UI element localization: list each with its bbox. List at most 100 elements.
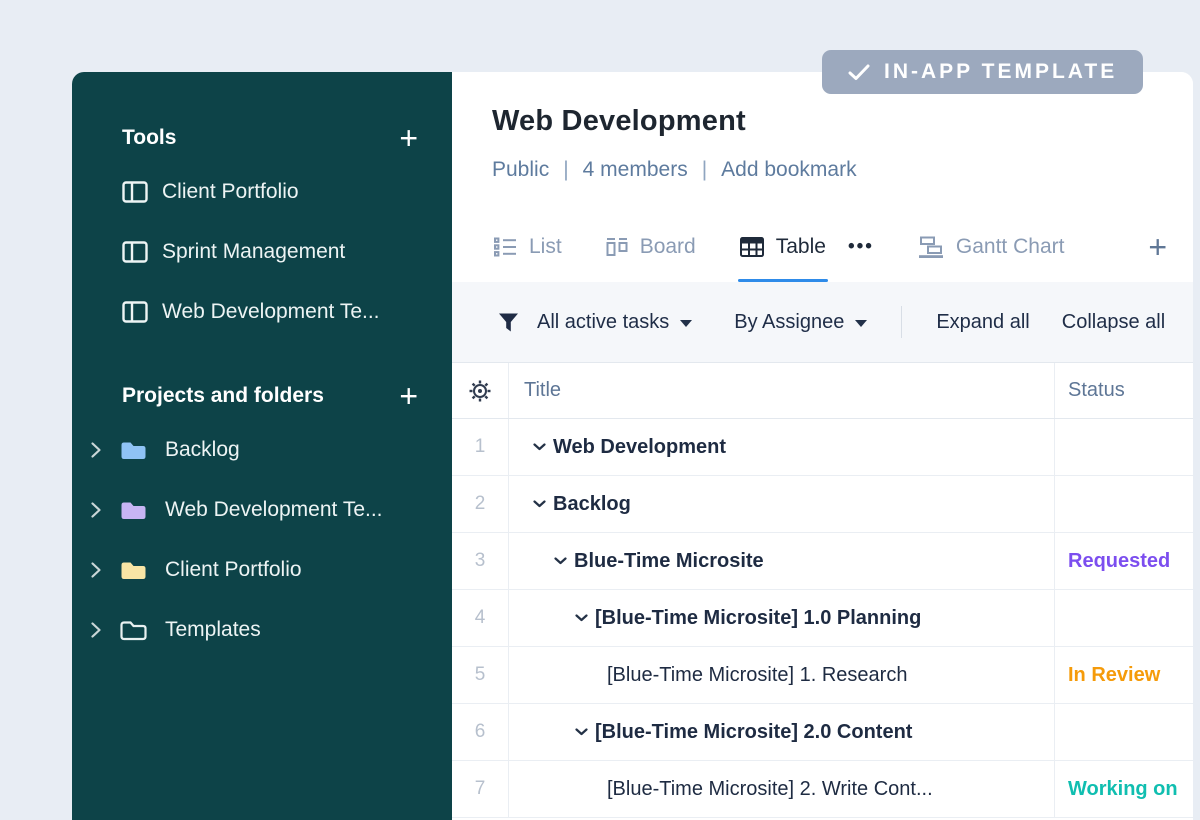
list-icon [494, 237, 517, 257]
sidebar-item-web-development-template[interactable]: Web Development Te... [72, 282, 452, 342]
sidebar-folder-label: Web Development Te... [165, 498, 383, 522]
meta-separator: | [563, 158, 568, 182]
sidebar-folder-backlog[interactable]: Backlog [72, 420, 452, 480]
sidebar-folder-label: Client Portfolio [165, 558, 302, 582]
project-meta: Public | 4 members | Add bookmark [492, 158, 1193, 182]
space-icon [122, 181, 148, 203]
sidebar-folder-label: Backlog [165, 438, 240, 462]
row-title-cell[interactable]: [Blue-Time Microsite] 2.0 Content [509, 704, 1055, 760]
table-settings-cell[interactable] [452, 363, 509, 418]
row-title-cell[interactable]: Web Development [509, 419, 1055, 475]
tab-label: Board [640, 235, 696, 259]
tab-table[interactable]: Table [740, 212, 826, 282]
filter-funnel-icon[interactable] [498, 312, 519, 333]
group-by-dropdown[interactable]: By Assignee [734, 311, 867, 334]
sidebar-item-label: Web Development Te... [162, 300, 380, 324]
row-number: 5 [452, 647, 509, 703]
row-number: 6 [452, 704, 509, 760]
row-status[interactable] [1055, 590, 1193, 646]
chevron-right-icon[interactable] [90, 441, 102, 459]
table-header-row: Title Status [452, 362, 1193, 419]
toolbar-divider [901, 306, 902, 338]
view-tabs: List Board Table ••• Gantt Chart + [452, 212, 1193, 282]
row-status status-badge[interactable]: In Review [1055, 647, 1193, 703]
members-link[interactable]: 4 members [583, 158, 688, 182]
row-title-cell[interactable]: [Blue-Time Microsite] 1.0 Planning [509, 590, 1055, 646]
row-number: 7 [452, 761, 509, 817]
sidebar-folder-client-portfolio[interactable]: Client Portfolio [72, 540, 452, 600]
row-status[interactable] [1055, 476, 1193, 532]
chevron-right-icon[interactable] [90, 501, 102, 519]
table-row[interactable]: 6 [Blue-Time Microsite] 2.0 Content [452, 704, 1193, 761]
expand-all-label: Expand all [936, 311, 1029, 334]
tab-gantt-chart[interactable]: Gantt Chart [918, 212, 1065, 282]
row-title-cell[interactable]: [Blue-Time Microsite] 1. Research [509, 647, 1055, 703]
row-status[interactable] [1055, 419, 1193, 475]
column-header-status[interactable]: Status [1055, 363, 1193, 418]
sidebar-folder-web-development-template[interactable]: Web Development Te... [72, 480, 452, 540]
folder-outline-icon [120, 620, 147, 641]
sidebar-item-label: Client Portfolio [162, 180, 299, 204]
table-row[interactable]: 4 [Blue-Time Microsite] 1.0 Planning [452, 590, 1193, 647]
row-expand-icon chevron-down-icon[interactable] [575, 614, 588, 622]
row-title: Blue-Time Microsite [574, 550, 764, 573]
in-app-template-badge: IN-APP TEMPLATE [822, 50, 1143, 94]
row-status status-badge[interactable]: Working on [1055, 761, 1193, 817]
tab-board[interactable]: Board [606, 212, 696, 282]
folder-icon [120, 440, 147, 461]
row-expand-icon chevron-down-icon[interactable] [575, 728, 588, 736]
sidebar: Tools + Client Portfolio Sprint Manageme… [72, 72, 452, 820]
add-tool-button plus-icon[interactable]: + [393, 122, 424, 154]
sidebar-folder-templates[interactable]: Templates [72, 600, 452, 660]
chevron-right-icon[interactable] [90, 621, 102, 639]
main-panel: Web Development Public | 4 members | Add… [452, 72, 1193, 820]
row-expand-icon chevron-down-icon[interactable] [554, 557, 567, 565]
table-row[interactable]: 1 Web Development [452, 419, 1193, 476]
share-status-link[interactable]: Public [492, 158, 549, 182]
app-card: Tools + Client Portfolio Sprint Manageme… [72, 72, 1193, 820]
tab-label: List [529, 235, 562, 259]
row-title: [Blue-Time Microsite] 2. Write Cont... [607, 778, 933, 801]
row-title-cell[interactable]: [Blue-Time Microsite] 2. Write Cont... [509, 761, 1055, 817]
tab-list[interactable]: List [494, 212, 562, 282]
table-row[interactable]: 2 Backlog [452, 476, 1193, 533]
folder-icon [120, 560, 147, 581]
space-icon [122, 241, 148, 263]
row-status[interactable] [1055, 704, 1193, 760]
gantt-chart-icon [918, 236, 944, 258]
column-header-title[interactable]: Title [509, 363, 1055, 418]
filter-toolbar: All active tasks By Assignee Expand all … [452, 282, 1193, 362]
caret-down-icon [855, 320, 867, 327]
filter-dropdown-label: All active tasks [537, 311, 669, 334]
add-view-button plus-icon[interactable]: + [1148, 231, 1167, 263]
table-view-options-icon ellipsis-icon[interactable]: ••• [848, 236, 874, 258]
table-icon [740, 237, 764, 257]
add-bookmark-link[interactable]: Add bookmark [721, 158, 856, 182]
sidebar-item-client-portfolio[interactable]: Client Portfolio [72, 162, 452, 222]
task-table: Title Status 1 Web Development 2 Backlog [452, 362, 1193, 820]
sidebar-item-sprint-management[interactable]: Sprint Management [72, 222, 452, 282]
collapse-all-button[interactable]: Collapse all [1062, 311, 1165, 334]
table-row[interactable]: 7 [Blue-Time Microsite] 2. Write Cont...… [452, 761, 1193, 818]
row-title: [Blue-Time Microsite] 2.0 Content [595, 721, 912, 744]
row-expand-icon chevron-down-icon[interactable] [533, 500, 546, 508]
folder-icon [120, 500, 147, 521]
row-expand-icon chevron-down-icon[interactable] [533, 443, 546, 451]
row-number: 1 [452, 419, 509, 475]
row-title: Web Development [553, 436, 726, 459]
table-row[interactable]: 3 Blue-Time Microsite Requested [452, 533, 1193, 590]
caret-down-icon [680, 320, 692, 327]
projects-section-header: Projects and folders + [72, 376, 452, 416]
gear-icon[interactable] [468, 379, 492, 403]
row-title-cell[interactable]: Backlog [509, 476, 1055, 532]
row-status status-badge[interactable]: Requested [1055, 533, 1193, 589]
table-row[interactable]: 5 [Blue-Time Microsite] 1. Research In R… [452, 647, 1193, 704]
filter-dropdown[interactable]: All active tasks [537, 311, 692, 334]
meta-separator: | [702, 158, 707, 182]
collapse-all-label: Collapse all [1062, 311, 1165, 334]
row-title-cell[interactable]: Blue-Time Microsite [509, 533, 1055, 589]
add-project-button plus-icon[interactable]: + [393, 380, 424, 412]
chevron-right-icon[interactable] [90, 561, 102, 579]
expand-all-button[interactable]: Expand all [936, 311, 1029, 334]
row-number: 3 [452, 533, 509, 589]
